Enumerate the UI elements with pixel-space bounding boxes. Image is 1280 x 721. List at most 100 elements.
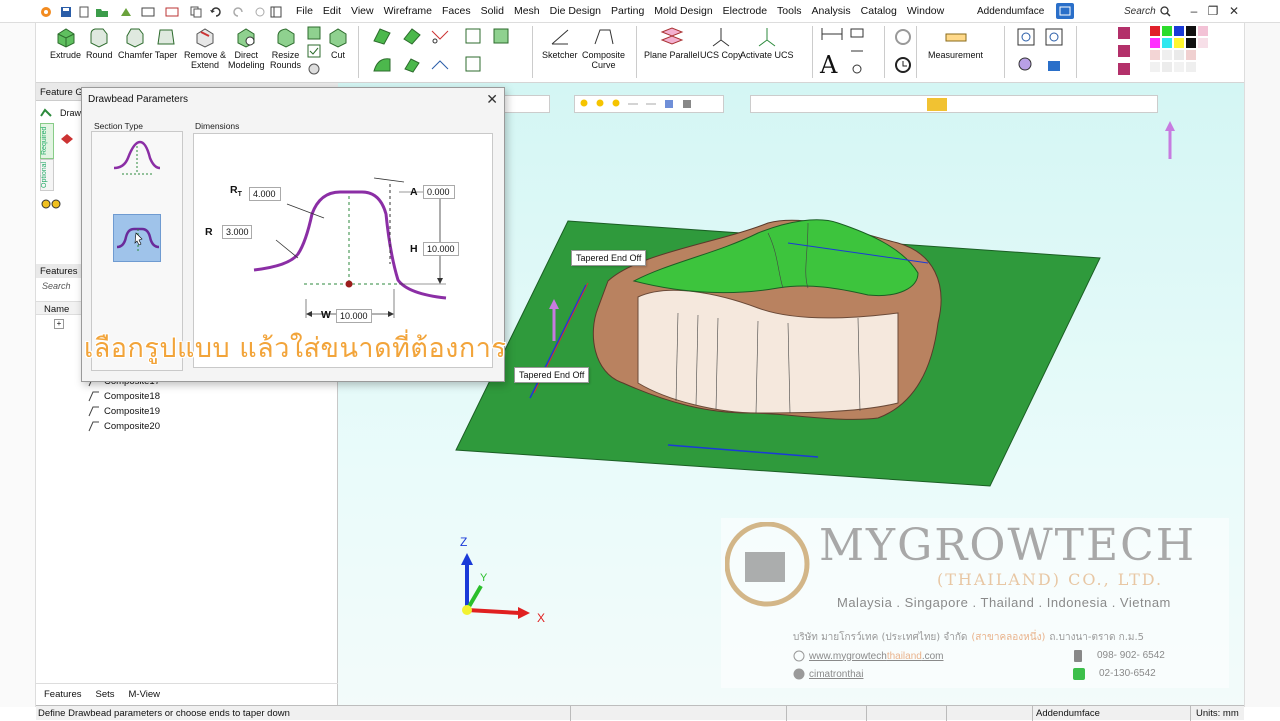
- website-link[interactable]: www.mygrowtechthailand.com: [793, 650, 944, 662]
- menu-wireframe[interactable]: Wireframe: [384, 4, 432, 18]
- check-icon[interactable]: [306, 43, 326, 61]
- feature-guide-item[interactable]: Draw: [40, 107, 81, 119]
- menu-window[interactable]: Window: [907, 4, 944, 18]
- menu-catalog[interactable]: Catalog: [861, 4, 897, 18]
- composite-curve-button[interactable]: Composite Curve: [582, 26, 625, 70]
- section-type-round-option[interactable]: [112, 140, 162, 180]
- book-icon[interactable]: [464, 55, 484, 73]
- split-icon[interactable]: [430, 55, 450, 73]
- tapered-end-tag-top[interactable]: Tapered End Off: [571, 250, 647, 266]
- tapered-end-tag-bottom[interactable]: Tapered End Off: [514, 367, 590, 383]
- menu-parting[interactable]: Parting: [611, 4, 644, 18]
- app-logo-icon[interactable]: [38, 4, 54, 19]
- facebook-link[interactable]: cimatronthai: [793, 668, 863, 680]
- menu-mesh[interactable]: Mesh: [514, 4, 540, 18]
- list-item[interactable]: Composite20: [88, 420, 160, 432]
- color-palette[interactable]: [1150, 26, 1222, 76]
- menu-file[interactable]: File: [296, 4, 313, 18]
- robot-icon[interactable]: [1044, 55, 1064, 73]
- new-file-icon[interactable]: [76, 4, 92, 19]
- trim-icon[interactable]: [430, 27, 450, 45]
- menu-die-design[interactable]: Die Design: [550, 4, 601, 18]
- surface-icon-3[interactable]: [372, 55, 392, 73]
- a-input[interactable]: 0.000: [423, 185, 455, 199]
- feature-search-input[interactable]: Search: [42, 281, 71, 291]
- remove-extend-button[interactable]: Remove & Extend: [184, 26, 226, 70]
- surface-icon-1[interactable]: [372, 27, 392, 45]
- redo-icon[interactable]: [230, 4, 246, 19]
- zoom-window-icon[interactable]: [1016, 27, 1036, 46]
- status-message: Define Drawbead parameters or choose end…: [38, 708, 290, 719]
- annotation-icon-3[interactable]: [848, 61, 868, 79]
- undo-icon[interactable]: [208, 4, 224, 19]
- w-input[interactable]: 10.000: [336, 309, 372, 323]
- history-icon[interactable]: [892, 55, 912, 73]
- layer-icon-1[interactable]: [1116, 25, 1136, 43]
- sketcher-button[interactable]: Sketcher: [542, 26, 578, 60]
- surface-icon-2[interactable]: [402, 27, 422, 45]
- shape-icon[interactable]: [306, 61, 326, 79]
- resize-rounds-button[interactable]: Resize Rounds: [270, 26, 301, 70]
- select-face-icon[interactable]: [60, 133, 74, 148]
- panel-icon[interactable]: [268, 4, 284, 19]
- dimension-icon[interactable]: [820, 25, 843, 43]
- expand-toggle-icon[interactable]: +: [54, 319, 64, 329]
- minimize-icon[interactable]: –: [1185, 2, 1203, 20]
- zoom-fit-icon[interactable]: [1044, 27, 1064, 46]
- list-icon[interactable]: [464, 27, 484, 45]
- plane-parallel-button[interactable]: Plane Parallel: [644, 26, 700, 60]
- title-bar: File Edit View Wireframe Faces Solid Mes…: [0, 0, 1280, 23]
- restore-icon[interactable]: ❐: [1204, 2, 1222, 20]
- round-button[interactable]: Round: [86, 26, 113, 60]
- annotation-icon-1[interactable]: [848, 25, 868, 43]
- menu-tools[interactable]: Tools: [777, 4, 802, 18]
- tab-sets[interactable]: Sets: [96, 689, 115, 700]
- regenerate-icon[interactable]: [892, 27, 912, 45]
- activate-ucs-button[interactable]: Activate UCS: [740, 26, 794, 60]
- rt-input[interactable]: 4.000: [249, 187, 281, 201]
- list-item[interactable]: Composite19: [88, 405, 160, 417]
- taper-button[interactable]: Taper: [154, 26, 178, 60]
- surface-icon-4[interactable]: [402, 55, 422, 73]
- search-input[interactable]: Search: [1124, 3, 1176, 19]
- measurement-button[interactable]: Measurement: [928, 26, 983, 60]
- section-type-flat-option[interactable]: [113, 214, 161, 262]
- text-icon[interactable]: A: [820, 51, 840, 79]
- tab-optional[interactable]: Optional: [40, 159, 54, 191]
- list-item[interactable]: Composite18: [88, 390, 160, 402]
- solid-small-icon[interactable]: [306, 25, 326, 43]
- analysis-icon[interactable]: [1016, 55, 1036, 73]
- save-icon[interactable]: [58, 4, 74, 19]
- view-icon[interactable]: [140, 4, 156, 19]
- r-input[interactable]: 3.000: [222, 225, 252, 239]
- menu-analysis[interactable]: Analysis: [812, 4, 851, 18]
- copy-icon[interactable]: [188, 4, 204, 19]
- layer-icon-3[interactable]: [1116, 61, 1136, 79]
- menu-electrode[interactable]: Electrode: [723, 4, 767, 18]
- tab-required[interactable]: Required: [40, 123, 54, 159]
- menu-solid[interactable]: Solid: [481, 4, 504, 18]
- glasses-icon[interactable]: [40, 198, 66, 213]
- tab-features[interactable]: Features: [44, 689, 82, 700]
- close-icon[interactable]: ✕: [486, 91, 498, 108]
- chamfer-button[interactable]: Chamfer: [118, 26, 153, 60]
- blend-icon[interactable]: [492, 27, 512, 45]
- display-mode-icon[interactable]: [118, 4, 134, 19]
- h-input[interactable]: 10.000: [423, 242, 459, 256]
- direct-modeling-button[interactable]: Direct Modeling: [228, 26, 265, 70]
- open-icon[interactable]: [94, 4, 110, 19]
- menu-faces[interactable]: Faces: [442, 4, 471, 18]
- annotation-icon-2[interactable]: [848, 43, 868, 61]
- menu-edit[interactable]: Edit: [323, 4, 341, 18]
- menu-mold-design[interactable]: Mold Design: [654, 4, 712, 18]
- close-icon[interactable]: ✕: [1225, 2, 1243, 20]
- layer-icon-2[interactable]: [1116, 43, 1136, 61]
- filter-icon[interactable]: [164, 4, 180, 19]
- tab-m-view[interactable]: M-View: [129, 689, 161, 700]
- cut-button[interactable]: Cut: [326, 26, 350, 60]
- layout-toggle-icon[interactable]: [1056, 3, 1074, 19]
- extrude-button[interactable]: Extrude: [50, 26, 81, 60]
- ucs-copy-button[interactable]: UCS Copy: [700, 26, 743, 60]
- menu-view[interactable]: View: [351, 4, 374, 18]
- refresh-icon[interactable]: [252, 4, 268, 19]
